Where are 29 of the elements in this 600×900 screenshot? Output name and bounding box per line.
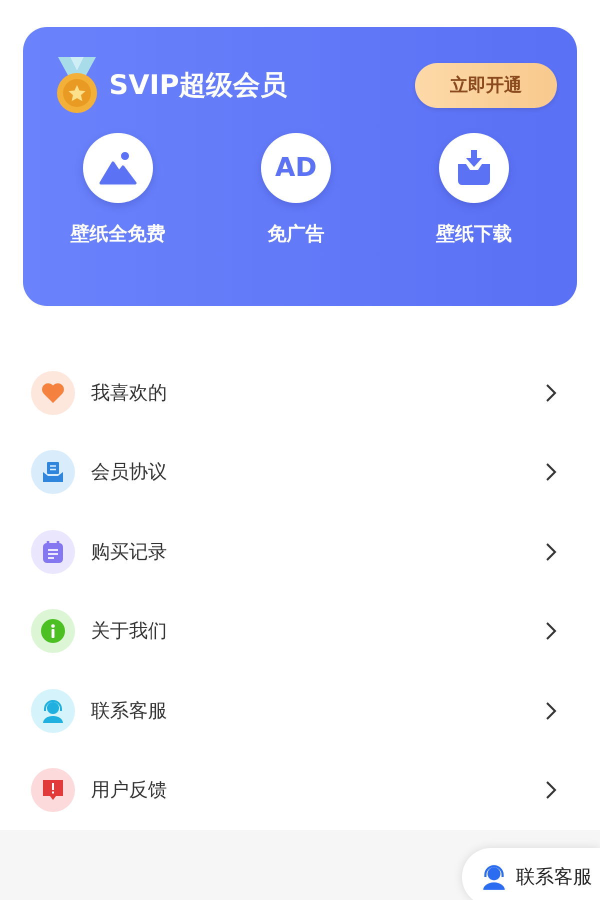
menu-item[interactable]: 会员协议 <box>23 432 577 512</box>
medal-icon <box>55 55 99 115</box>
chevron-icon <box>545 462 557 482</box>
notepad-icon <box>42 540 64 564</box>
feature-label: 壁纸下载 <box>436 222 512 247</box>
menu-item[interactable]: 用户反馈 <box>23 750 577 830</box>
membership-title: SVIP超级会员 <box>109 69 288 103</box>
chevron-icon <box>545 621 557 642</box>
menu-item[interactable]: 购买记录 <box>23 512 577 592</box>
activate-button[interactable]: 立即开通 <box>415 62 557 108</box>
chevron-icon <box>545 780 557 800</box>
ad-icon: AD <box>275 153 317 183</box>
chevron-icon <box>545 700 557 721</box>
heart-icon <box>41 382 65 404</box>
feature-label: 壁纸全免费 <box>70 222 166 247</box>
info-icon <box>41 619 65 644</box>
menu-item[interactable]: 联系客服 <box>23 671 577 750</box>
menu-item[interactable]: 关于我们 <box>23 592 577 671</box>
document-tray-icon <box>42 461 64 484</box>
contact-support-button[interactable]: 联系客服 <box>462 848 600 900</box>
mountain-icon <box>99 151 137 185</box>
chevron-icon <box>545 542 557 562</box>
feature-label: 免广告 <box>268 222 324 247</box>
download-icon <box>456 150 492 186</box>
headset-person-icon <box>40 698 66 723</box>
headset-person-icon <box>480 863 508 891</box>
chevron-icon <box>545 382 557 403</box>
alert-message-icon <box>41 778 65 802</box>
menu-item[interactable]: 我喜欢的 <box>23 353 577 432</box>
